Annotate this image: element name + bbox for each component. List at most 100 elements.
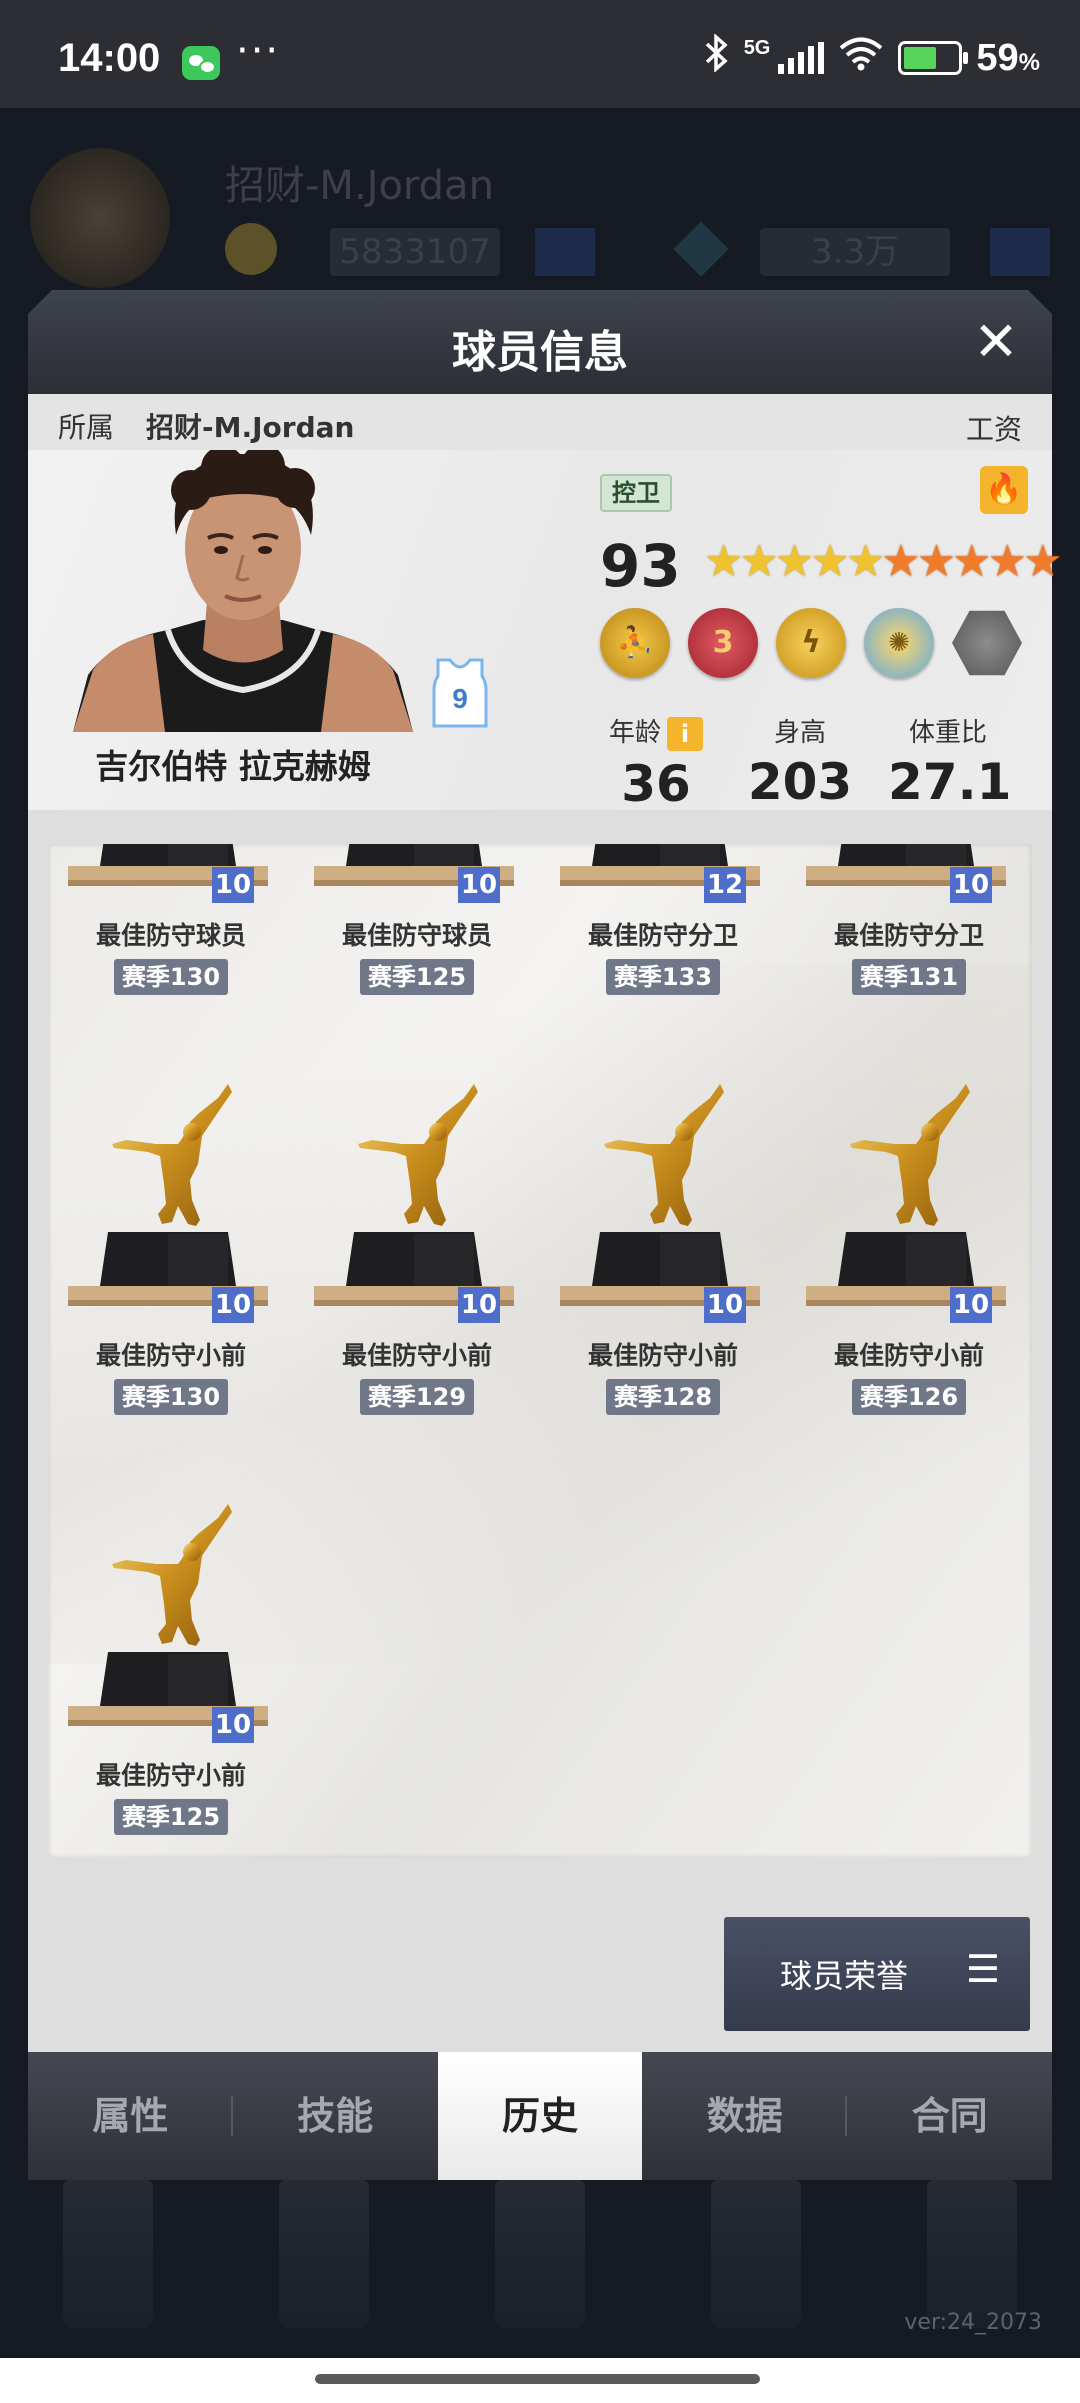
trophy-count: 10 xyxy=(212,1287,254,1323)
home-indicator[interactable] xyxy=(315,2374,760,2384)
version-label: ver:24_2073 xyxy=(904,2310,1042,2335)
bottom-tabs: 属性 技能 历史 数据 合同 xyxy=(28,2052,1052,2180)
star-gold-icon: ★ xyxy=(704,536,744,587)
trophy-season: 赛季130 xyxy=(114,1379,228,1415)
signal-icon xyxy=(778,42,825,74)
player-name: 吉尔伯特 拉克赫姆 xyxy=(95,747,371,786)
trophy-season: 赛季125 xyxy=(360,959,474,995)
player-honors-button[interactable]: 球员荣誉 ☰ xyxy=(724,1917,1030,2031)
trophy-item[interactable]: 10 最佳防守小前 赛季125 xyxy=(48,1494,294,1858)
modal-body: 所属 招财-M.Jordan 工资 吉尔伯特 拉克赫姆 9 控卫 🔥 93 ★★… xyxy=(28,394,1063,2052)
trophy-count: 10 xyxy=(212,867,254,903)
bg-nav-item xyxy=(63,2178,153,2328)
lightning-medal-icon[interactable]: ϟ xyxy=(776,608,846,678)
modal-header: 球员信息 ✕ xyxy=(28,290,1052,394)
battery-icon xyxy=(898,41,969,75)
tab-skills[interactable]: 技能 xyxy=(233,2052,438,2180)
star-gold-icon: ★ xyxy=(845,536,886,587)
team-label: 所属 xyxy=(58,411,115,444)
trophy-count: 12 xyxy=(704,867,746,903)
salary-label[interactable]: 工资 xyxy=(966,408,1022,448)
menu-icon: ☰ xyxy=(965,1947,1000,1991)
badge-medals: ⛹ 3 ϟ ✺ xyxy=(600,608,1022,678)
tab-data[interactable]: 数据 xyxy=(642,2052,847,2180)
more-notifications-icon: ··· xyxy=(236,28,281,74)
overall-rating: 93 xyxy=(600,532,681,600)
trophy-count: 10 xyxy=(212,1707,254,1743)
fire-icon[interactable]: 🔥 xyxy=(980,466,1028,514)
trophy-count: 10 xyxy=(704,1287,746,1323)
tab-history[interactable]: 历史 xyxy=(437,2052,643,2180)
jersey-icon[interactable]: 9 xyxy=(430,656,490,728)
star-orange-icon: ★ xyxy=(987,536,1028,587)
bg-nav-item xyxy=(495,2178,585,2328)
star-orange-icon: ★ xyxy=(1023,536,1063,587)
height-stat: 身高 203 xyxy=(740,712,860,811)
wifi-icon xyxy=(838,35,884,81)
trophy-item[interactable]: 12 最佳防守分卫 赛季133 xyxy=(540,844,786,1074)
player-summary: 吉尔伯特 拉克赫姆 9 控卫 🔥 93 ★★★★★★★★★★ ⛹ 3 ϟ ✺ 年… xyxy=(28,450,1063,813)
status-bar: 14:00 ··· 5G 59% xyxy=(0,0,1080,108)
locked-hexagon-icon[interactable] xyxy=(952,610,1022,676)
trophy-season: 赛季129 xyxy=(360,1379,474,1415)
trophy-item[interactable]: 10 最佳防守小前 赛季130 xyxy=(48,1074,294,1494)
star-orange-icon: ★ xyxy=(952,536,992,587)
age-label: 年龄 xyxy=(608,718,661,748)
tab-attributes[interactable]: 属性 xyxy=(28,2052,233,2180)
trophy-season: 赛季125 xyxy=(114,1799,228,1835)
status-icons: 5G 59% xyxy=(704,33,1040,82)
trophy-item[interactable]: 10 最佳防守分卫 赛季131 xyxy=(786,844,1032,1074)
info-icon[interactable]: i xyxy=(667,716,703,751)
close-icon[interactable]: ✕ xyxy=(962,308,1030,376)
trophy-item[interactable]: 10 最佳防守小前 赛季128 xyxy=(540,1074,786,1494)
bg-nav-item xyxy=(927,2178,1017,2328)
trophy-item[interactable]: 10 最佳防守小前 赛季126 xyxy=(786,1074,1032,1494)
level-3-medal-icon[interactable]: 3 xyxy=(688,608,758,678)
battery-percent: 59% xyxy=(976,36,1040,79)
tab-contract[interactable]: 合同 xyxy=(847,2052,1052,2180)
player-medal-icon[interactable]: ⛹ xyxy=(600,608,670,678)
trophy-item[interactable]: 10 最佳防守小前 赛季129 xyxy=(294,1074,540,1494)
bg-team-name: 招财-M.Jordan xyxy=(225,163,494,209)
trophy-title: 最佳防守球员 xyxy=(341,921,492,950)
trophy-count: 10 xyxy=(950,1287,992,1323)
trophy-item[interactable]: 10 最佳防守球员 赛季130 xyxy=(48,844,294,1074)
trophy-title: 最佳防守球员 xyxy=(95,921,246,950)
player-honors-label: 球员荣誉 xyxy=(780,1957,909,1995)
trophy-title: 最佳防守小前 xyxy=(341,1341,492,1370)
height-label: 身高 xyxy=(773,718,826,748)
bluetooth-icon xyxy=(704,33,730,82)
trophy-item[interactable]: 10 最佳防守球员 赛季125 xyxy=(294,844,540,1074)
star-gold-icon: ★ xyxy=(774,536,815,587)
gem-count: 3.3万 xyxy=(760,228,950,276)
star-orange-icon: ★ xyxy=(916,536,957,587)
height-value: 203 xyxy=(747,753,853,811)
trophy-count: 10 xyxy=(458,867,500,903)
weight-ratio-value: 27.1 xyxy=(888,753,1012,811)
weight-ratio-label: 体重比 xyxy=(908,718,987,748)
web-medal-icon[interactable]: ✺ xyxy=(864,608,934,678)
trophy-title: 最佳防守小前 xyxy=(587,1341,738,1370)
player-portrait xyxy=(73,450,413,732)
trophy-title: 最佳防守分卫 xyxy=(587,921,738,950)
star-orange-icon: ★ xyxy=(881,536,921,587)
network-type: 5G xyxy=(743,36,771,59)
trophy-season: 赛季130 xyxy=(114,959,228,995)
team-name: 招财-M.Jordan xyxy=(146,411,355,444)
weight-ratio-stat: 体重比 27.1 xyxy=(888,712,1012,811)
team-row: 所属 招财-M.Jordan 工资 xyxy=(28,394,1052,450)
coin-count: 5833107 xyxy=(330,228,500,276)
bg-nav-item xyxy=(279,2178,369,2328)
star-gold-icon: ★ xyxy=(810,536,850,587)
trophy-count: 10 xyxy=(458,1287,500,1323)
team-logo xyxy=(30,148,170,288)
add-gems-button xyxy=(990,228,1050,276)
age-value: 36 xyxy=(621,754,691,813)
trophy-season: 赛季133 xyxy=(606,959,720,995)
honors-grid[interactable]: 10 最佳防守球员 赛季130 10 最佳防守球员 赛季125 12 最佳防守分… xyxy=(48,844,1032,1858)
modal-title: 球员信息 xyxy=(452,327,628,378)
gem-icon xyxy=(673,221,729,277)
trophy-title: 最佳防守小前 xyxy=(833,1341,984,1370)
star-rating: ★★★★★★★★★★ xyxy=(704,536,1063,587)
star-gold-icon: ★ xyxy=(739,536,779,587)
